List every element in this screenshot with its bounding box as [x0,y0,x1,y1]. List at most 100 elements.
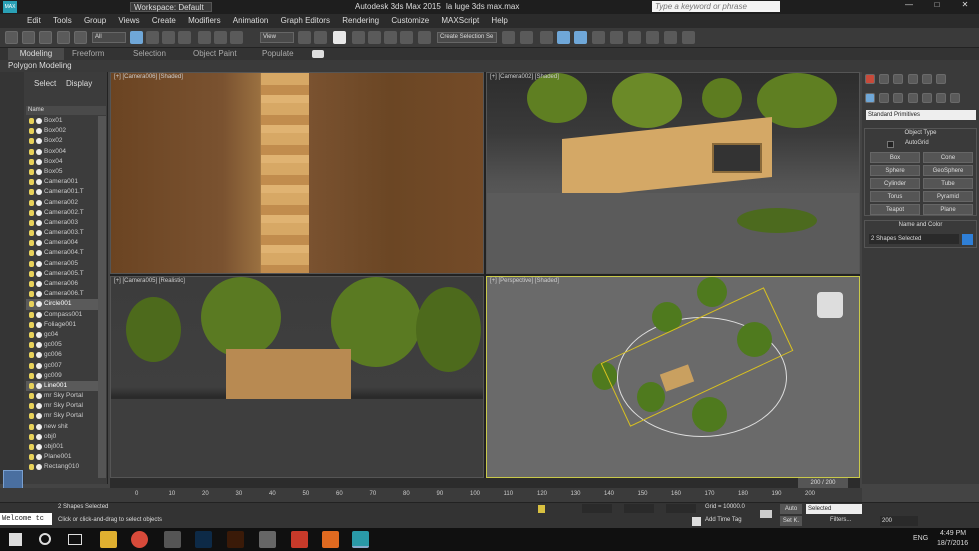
x-coord-field[interactable] [582,504,612,513]
tube-button[interactable]: Tube [923,178,973,189]
visibility-bulb-icon[interactable] [29,128,34,135]
visibility-bulb-icon[interactable] [29,301,34,308]
window-crossing-icon[interactable] [178,31,191,44]
current-frame-field[interactable]: 200 [880,516,918,526]
list-item[interactable]: gc005 [26,340,98,350]
list-item[interactable]: Foliage001 [26,320,98,330]
list-item[interactable]: Camera003 [26,218,98,228]
viewcube-icon[interactable] [817,292,843,318]
minimize-button[interactable]: — [895,0,923,14]
clock-date[interactable]: 18/7/2016 [937,540,968,547]
menu-tools[interactable]: Tools [48,14,77,27]
system-tray[interactable] [880,535,910,545]
list-item[interactable]: gc006 [26,350,98,360]
visibility-bulb-icon[interactable] [29,331,34,338]
menu-help[interactable]: Help [486,14,512,27]
undo-icon[interactable] [5,31,18,44]
list-item[interactable]: mr Sky Portal [26,401,98,411]
list-item[interactable]: new shit [26,422,98,432]
menu-group[interactable]: Group [79,14,111,27]
viewport-label[interactable]: [+] [Perspective] [Shaded] [490,278,559,284]
list-item[interactable]: Camera004.T [26,248,98,258]
menu-rendering[interactable]: Rendering [337,14,384,27]
visibility-bulb-icon[interactable] [29,403,34,410]
visibility-bulb-icon[interactable] [29,260,34,267]
language-indicator[interactable]: ENG [913,535,928,542]
lights-icon[interactable] [893,93,904,103]
start-icon[interactable] [9,533,22,546]
menu-maxscript[interactable]: MAXScript [436,14,484,27]
select-manipulate-icon[interactable] [314,31,327,44]
mirror-icon[interactable] [502,31,515,44]
rotate-icon[interactable] [214,31,227,44]
visibility-bulb-icon[interactable] [29,362,34,369]
visibility-bulb-icon[interactable] [29,382,34,389]
scene-explorer-icon[interactable] [557,31,570,44]
list-item[interactable]: mr Sky Portal [26,411,98,421]
move-icon[interactable] [198,31,211,44]
menu-graph-editors[interactable]: Graph Editors [276,14,335,27]
geosphere-button[interactable]: GeoSphere [923,165,973,176]
visibility-bulb-icon[interactable] [29,464,34,471]
reference-coord-dropdown[interactable]: View [260,32,294,43]
explorer-scrollbar[interactable] [98,116,106,478]
close-button[interactable]: ✕ [951,0,979,14]
powerpoint-icon[interactable] [322,531,339,548]
visibility-bulb-icon[interactable] [29,281,34,287]
list-item[interactable]: obj001 [26,442,98,452]
spinner-snap-icon[interactable] [400,31,413,44]
systems-icon[interactable] [950,93,961,103]
menu-views[interactable]: Views [113,14,144,27]
material-editor-icon[interactable] [628,31,641,44]
illustrator-icon[interactable] [227,531,244,548]
app-logo[interactable]: MAX [3,1,17,13]
list-item[interactable]: Line001 [26,380,98,392]
pivot-icon[interactable] [298,31,311,44]
maxscript-listener[interactable]: Welcome tc [0,513,52,525]
tab-freeform[interactable]: Freeform [72,48,104,60]
list-item[interactable]: Box01 [26,116,98,126]
helpers-icon[interactable] [921,93,932,103]
motion-tab-icon[interactable] [907,74,918,84]
workspace-dropdown[interactable]: Workspace: Default [130,2,212,12]
time-slider[interactable]: 200 / 200 [110,478,860,488]
key-filter-dropdown[interactable]: Selected [806,504,862,514]
list-item[interactable]: Camera002 [26,198,98,208]
pyramid-button[interactable]: Pyramid [923,191,973,202]
autocad-icon[interactable] [291,531,308,548]
list-item[interactable]: Camera005 [26,259,98,269]
ribbon-toggle-icon[interactable] [574,31,587,44]
align-icon[interactable] [520,31,533,44]
visibility-bulb-icon[interactable] [29,270,34,277]
visibility-bulb-icon[interactable] [29,352,34,359]
list-item[interactable]: gc04 [26,330,98,340]
auto-key-button[interactable]: Auto [780,504,802,514]
list-item[interactable]: Camera002.T [26,208,98,218]
region-select-icon[interactable] [162,31,175,44]
photoshop-icon[interactable] [195,531,212,548]
task-view-icon[interactable] [68,534,82,545]
list-item[interactable]: Circle001 [26,299,98,310]
hierarchy-tab-icon[interactable] [893,74,904,84]
list-item[interactable]: obj0 [26,432,98,442]
settings-icon[interactable] [259,531,276,548]
visibility-bulb-icon[interactable] [29,444,34,450]
selection-filter-dropdown[interactable]: All [92,32,126,43]
visibility-bulb-icon[interactable] [29,291,34,298]
visibility-bulb-icon[interactable] [29,209,34,216]
render-production-icon[interactable] [682,31,695,44]
cameras-icon[interactable] [907,93,918,103]
visibility-bulb-icon[interactable] [29,240,34,247]
menu-modifiers[interactable]: Modifiers [183,14,225,27]
named-selection-dropdown[interactable]: Create Selection Se [437,32,497,43]
select-object-icon[interactable] [130,31,143,44]
modify-tab-icon[interactable] [879,74,890,84]
percent-snap-icon[interactable] [384,31,397,44]
visibility-bulb-icon[interactable] [29,199,34,206]
object-color-swatch[interactable] [962,234,973,245]
explorer-tab-select[interactable]: Select [34,79,56,88]
menu-edit[interactable]: Edit [22,14,46,27]
list-item[interactable]: Camera001 [26,177,98,187]
list-item[interactable]: gc009 [26,371,98,381]
ribbon-options-icon[interactable] [312,50,324,58]
